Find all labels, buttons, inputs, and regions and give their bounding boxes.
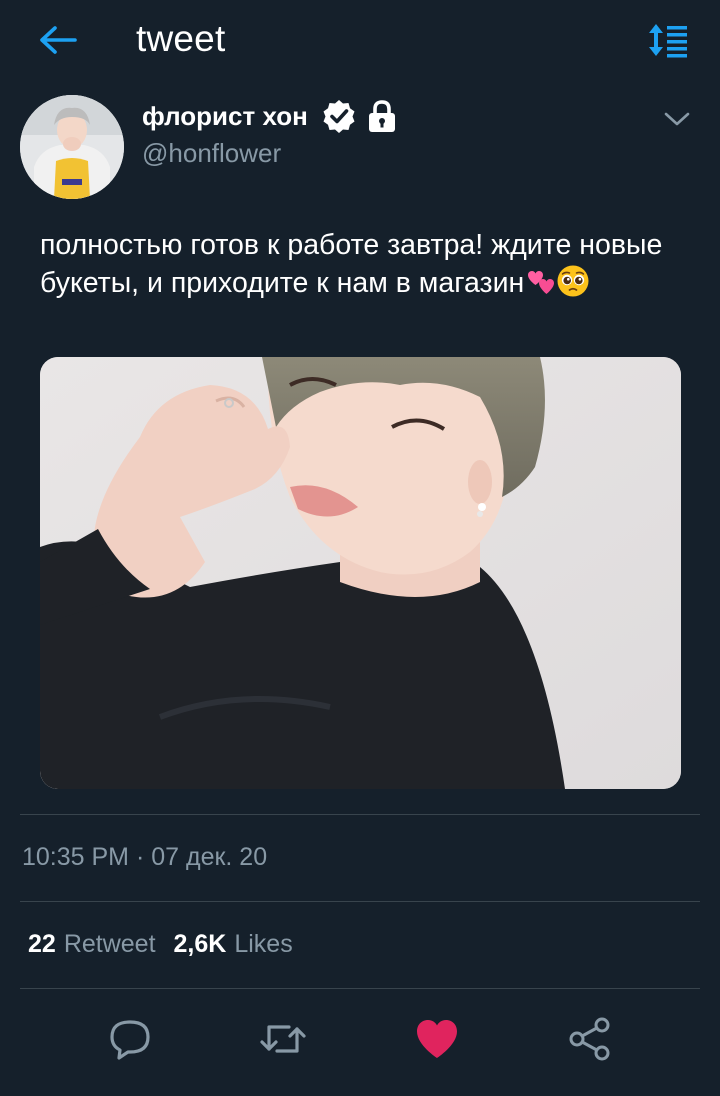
sort-toggle-icon [649, 24, 687, 58]
share-button[interactable] [564, 1014, 616, 1064]
page-title: tweet [136, 18, 226, 59]
like-button[interactable] [411, 1014, 463, 1064]
tweet-timestamp[interactable]: 10:35 PM · 07 дек. 20 [22, 843, 267, 872]
author-name[interactable]: флорист хон [142, 101, 308, 132]
author-name-row: флорист хон [142, 98, 398, 134]
reply-button[interactable] [104, 1014, 156, 1064]
retweet-button[interactable] [257, 1014, 309, 1064]
divider-2 [20, 901, 700, 902]
heart-icon [417, 1020, 457, 1058]
tweet-photo[interactable] [40, 357, 681, 789]
sort-toggle-button[interactable] [644, 20, 692, 60]
two-hearts-icon [528, 270, 555, 294]
divider-1 [20, 814, 700, 815]
likes-count: 2,6K [173, 930, 227, 958]
tweet-menu-button[interactable] [660, 104, 694, 134]
verified-badge-icon [323, 100, 355, 133]
tweet-stats: 22 Retweet 2,6K Likes [28, 930, 293, 959]
retweets-label: Retweet [63, 930, 156, 958]
author-handle[interactable]: @honflower [142, 138, 281, 169]
divider-3 [20, 988, 700, 989]
tweet-page: tweet флорист хон @honflower полностью г… [0, 0, 720, 1096]
likes-stat[interactable]: 2,6K Likes [174, 930, 293, 959]
chevron-down-icon [664, 112, 690, 126]
back-button[interactable] [36, 20, 80, 60]
tweet-text: полностью готов к работе завтра! ждите н… [40, 226, 690, 302]
likes-label: Likes [234, 930, 293, 958]
arrow-left-icon [40, 26, 77, 54]
retweets-stat[interactable]: 22 Retweet [28, 930, 156, 959]
reply-icon [110, 1020, 150, 1060]
photo-image [40, 357, 681, 789]
retweet-icon [260, 1025, 306, 1053]
top-bar: tweet [0, 0, 720, 84]
share-icon [569, 1017, 610, 1061]
avatar[interactable] [20, 95, 124, 199]
tweet-actions [0, 1000, 720, 1076]
lock-icon [368, 100, 395, 132]
pleading-face-icon [557, 265, 589, 297]
avatar-image [20, 95, 124, 199]
retweets-count: 22 [28, 930, 56, 958]
